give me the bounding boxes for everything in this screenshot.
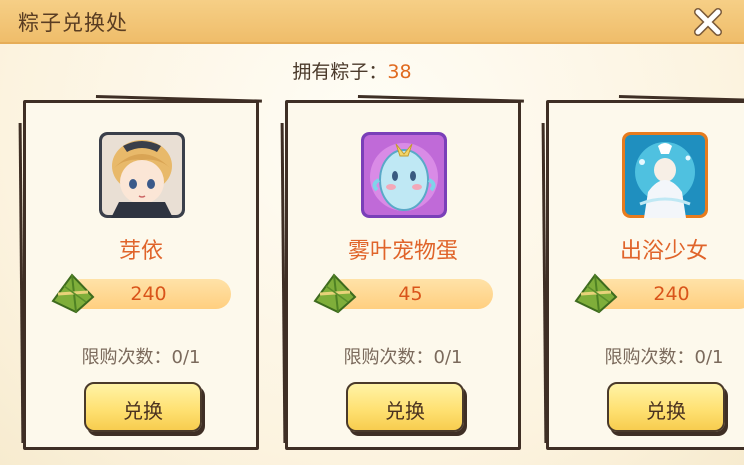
owned-label: 拥有粽子： [292,61,388,83]
limit-label: 限购次数： [81,347,172,368]
limit-label: 限购次数： [343,347,434,368]
exchange-button-label: 兑换 [385,399,425,423]
limit-label: 限购次数： [604,347,695,368]
item-name: 出浴少女 [619,239,708,264]
item-name: 芽依 [118,239,163,264]
bathing-girl-icon [622,132,708,218]
item-name: 雾叶宠物蛋 [347,239,458,264]
limit-value: 0/1 [433,347,463,368]
pet-egg-icon [361,132,447,218]
exchange-button[interactable]: 兑换 [84,382,202,432]
girl-portrait-icon [99,132,185,218]
title-bar: 粽子兑换处 [0,0,744,44]
zongzi-icon [573,271,619,315]
exchange-button-label: 兑换 [646,399,686,423]
window-title: 粽子兑换处 [18,11,128,35]
purchase-limit: 限购次数：0/1 [288,343,518,369]
exchange-card-1: 芽依 240 限购次数：0/1 兑换 [23,100,259,450]
limit-value: 0/1 [171,347,201,368]
owned-zongzi: 拥有粽子：38 [0,57,704,84]
close-x-icon [694,8,722,36]
exchange-button-label: 兑换 [123,399,163,423]
limit-value: 0/1 [694,347,724,368]
exchange-card-3: 出浴少女 240 限购次数：0/1 兑换 [546,100,744,450]
exchange-button[interactable]: 兑换 [607,382,725,432]
purchase-limit: 限购次数：0/1 [26,343,256,369]
close-button[interactable] [690,4,726,40]
owned-count: 38 [387,61,412,83]
purchase-limit: 限购次数：0/1 [549,343,744,369]
zongzi-icon [312,271,358,315]
exchange-button[interactable]: 兑换 [346,382,464,432]
exchange-card-2: 雾叶宠物蛋 45 限购次数：0/1 兑换 [285,100,521,450]
zongzi-icon [50,271,96,315]
